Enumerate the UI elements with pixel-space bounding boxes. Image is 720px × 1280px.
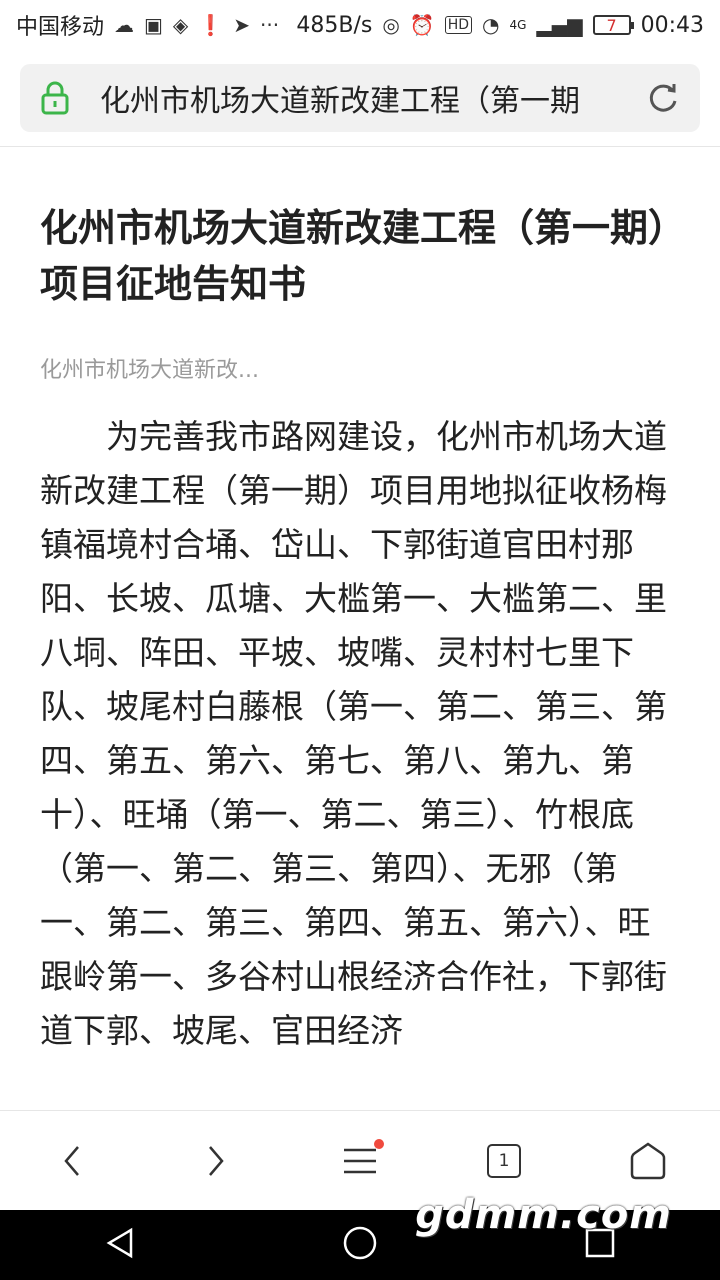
tabs-button[interactable]: 1 [474,1131,534,1191]
app-notification-icon-2: ◈ [172,13,189,37]
system-home-button[interactable] [342,1225,378,1265]
menu-button[interactable] [330,1131,390,1191]
address-bar[interactable]: 化州市机场大道新改建工程（第一期 [20,64,700,132]
status-left: 中国移动 ☁ ▣ ◈ ❗ ➤ ··· [16,9,279,41]
chevron-right-icon [209,1146,224,1176]
triangle-back-icon [106,1227,132,1259]
menu-icon [344,1148,376,1174]
more-notifications-icon: ··· [259,13,280,37]
battery-level: 7 [606,15,617,35]
reload-icon[interactable] [646,81,680,115]
signal-icon: ▂▄▆ [536,13,583,37]
forward-button[interactable] [186,1131,246,1191]
address-text[interactable]: 化州市机场大道新改建工程（第一期 [100,76,632,120]
send-icon: ➤ [233,13,250,37]
weather-icon: ☁ [114,13,135,37]
home-button[interactable] [618,1131,678,1191]
circle-home-icon [343,1226,377,1260]
alert-icon: ❗ [198,13,224,37]
clock: 00:43 [640,12,704,38]
status-right: 485B/s ◎ ⏰ HD ◔ 4G ▂▄▆ 7 00:43 [296,13,704,38]
header-divider [0,146,720,147]
notification-dot [374,1139,384,1149]
lock-icon [40,80,70,116]
wifi-icon: ◔ [482,13,500,37]
app-notification-icon: ▣ [144,13,163,37]
article-body: 为完善我市路网建设，化州市机场大道新改建工程（第一期）项目用地拟征收杨梅镇福境村… [40,417,667,1050]
back-button[interactable] [42,1131,102,1191]
network-type: 4G [509,18,527,32]
tab-count: 1 [487,1144,521,1178]
battery-icon: 7 [592,15,634,35]
article-title: 化州市机场大道新改建工程（第一期）项目征地告知书 [40,206,668,306]
net-speed: 485B/s [296,12,373,38]
chevron-left-icon [64,1146,79,1176]
article-source[interactable]: 化州市机场大道新改... [40,352,680,384]
hd-icon: HD [444,16,473,34]
article: 化州市机场大道新改建工程（第一期）项目征地告知书 化州市机场大道新改... 为完… [40,200,680,1110]
system-back-button[interactable] [103,1226,137,1264]
data-saver-icon: ◎ [382,13,400,37]
alarm-icon: ⏰ [409,13,435,37]
watermark: gdmm.com [415,1192,672,1238]
home-icon [630,1142,666,1180]
status-bar: 中国移动 ☁ ▣ ◈ ❗ ➤ ··· 485B/s ◎ ⏰ HD ◔ 4G ▂▄… [0,0,720,50]
carrier-label: 中国移动 [16,15,105,40]
